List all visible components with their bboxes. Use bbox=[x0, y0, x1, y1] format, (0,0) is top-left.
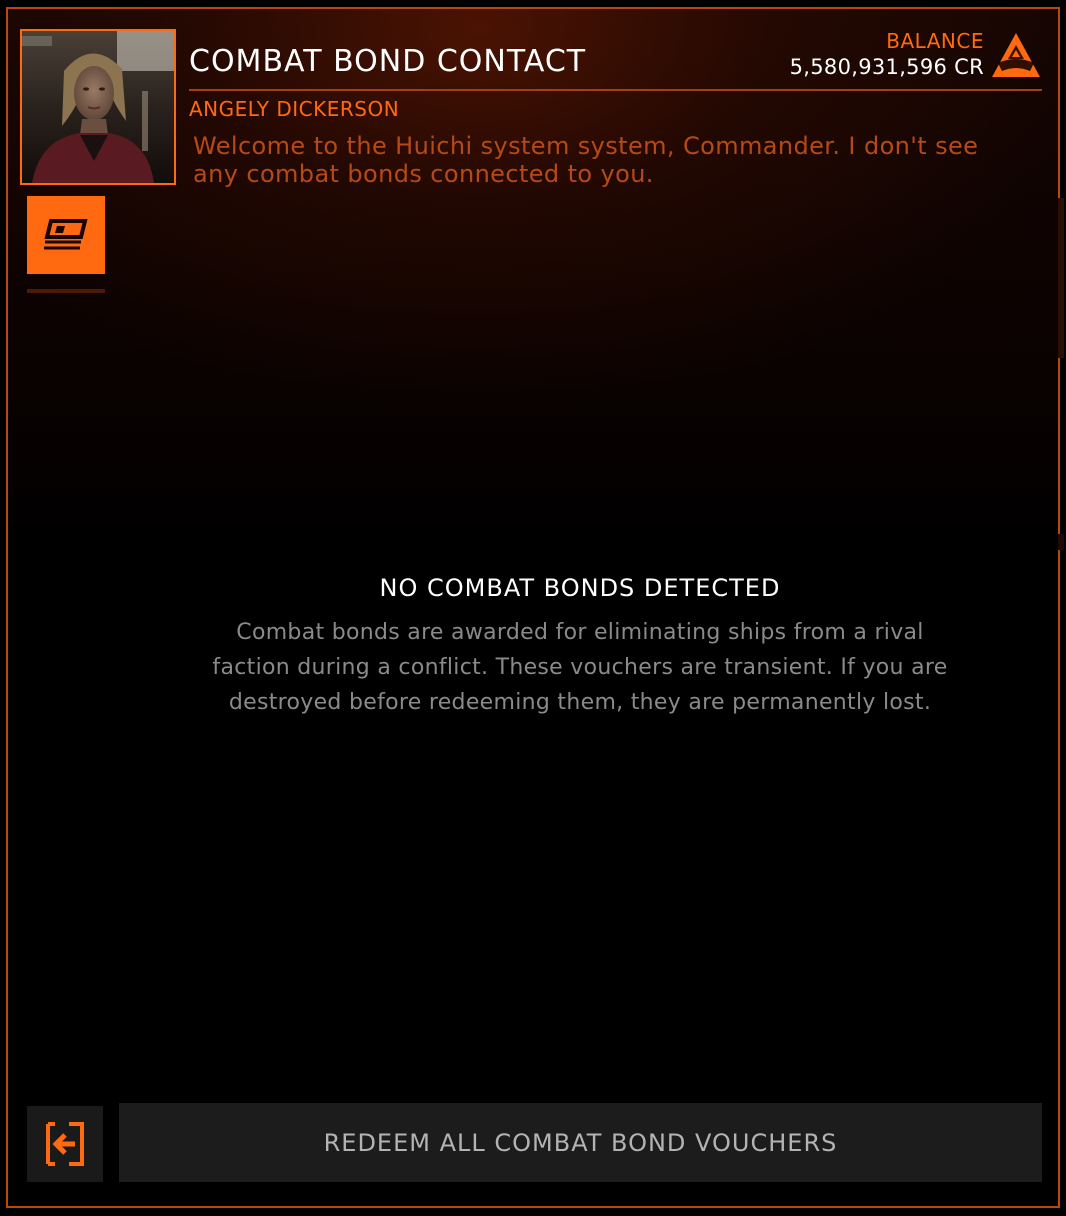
balance-label: BALANCE bbox=[886, 29, 984, 53]
scrollbar[interactable] bbox=[1058, 198, 1064, 358]
redeem-all-label: REDEEM ALL COMBAT BOND VOUCHERS bbox=[323, 1128, 838, 1157]
exit-button[interactable] bbox=[27, 1106, 103, 1182]
tab-combat-bonds[interactable] bbox=[27, 196, 105, 274]
contact-greeting: Welcome to the Huichi system system, Com… bbox=[193, 132, 979, 188]
scrollbar-marker bbox=[1058, 534, 1064, 550]
contact-portrait bbox=[20, 29, 176, 185]
combat-bond-icon bbox=[44, 219, 88, 250]
title-divider bbox=[189, 89, 1042, 91]
page-title: COMBAT BOND CONTACT bbox=[189, 44, 587, 79]
empty-state-description: Combat bonds are awarded for eliminating… bbox=[212, 620, 948, 715]
portrait-image bbox=[22, 31, 174, 183]
tab-underline bbox=[27, 289, 105, 293]
balance-value: 5,580,931,596 CR bbox=[789, 55, 984, 79]
faction-triangle-icon bbox=[990, 31, 1042, 79]
redeem-all-button[interactable]: REDEEM ALL COMBAT BOND VOUCHERS bbox=[119, 1103, 1042, 1182]
exit-icon bbox=[46, 1122, 84, 1166]
contact-name: ANGELY DICKERSON bbox=[189, 97, 400, 121]
empty-state-title: NO COMBAT BONDS DETECTED bbox=[379, 574, 781, 602]
